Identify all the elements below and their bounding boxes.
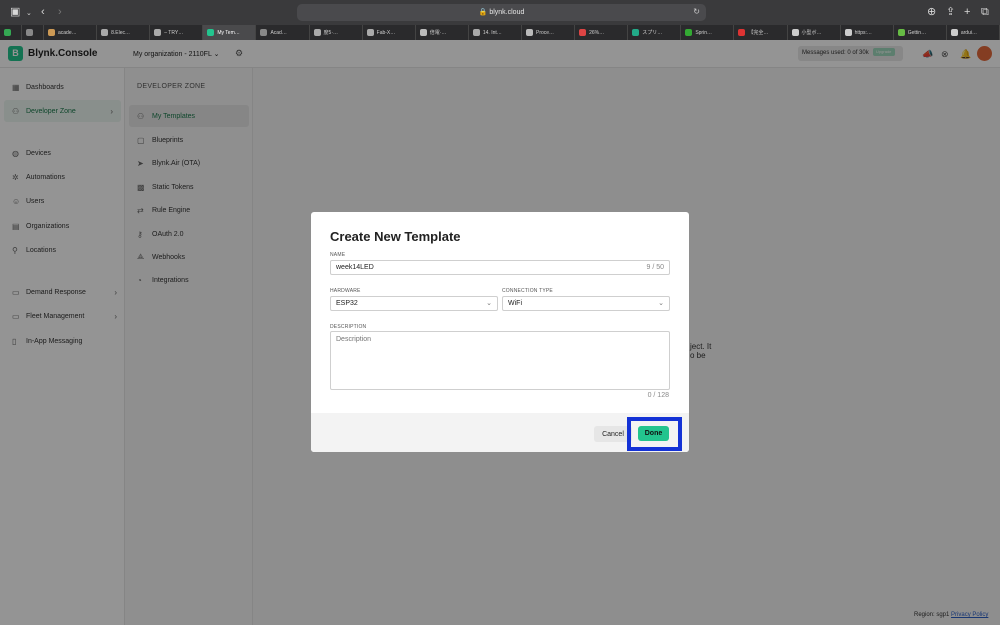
browser-tab[interactable]: Fab-X… — [363, 25, 416, 40]
name-label: NAME — [330, 252, 346, 258]
browser-tab-label: Fab-X… — [376, 29, 396, 36]
favicon-icon — [101, 29, 109, 36]
favicon-icon — [897, 29, 905, 36]
description-textarea[interactable] — [330, 331, 670, 390]
browser-tab-label: acade… — [58, 29, 77, 36]
connection-type-label: CONNECTION TYPE — [502, 288, 553, 294]
chevron-down-icon[interactable]: ⌄ — [26, 8, 32, 20]
browser-tab-label: 26%… — [589, 29, 605, 36]
favicon-icon — [738, 29, 746, 36]
browser-tab-label: My Tem… — [217, 29, 240, 36]
browser-tab[interactable]: Sprin… — [681, 25, 735, 40]
tab-overview-icon[interactable]: ⧉ — [981, 6, 989, 18]
favicon-icon — [632, 29, 640, 36]
hardware-label: HARDWARE — [330, 288, 361, 294]
browser-tab-label: Gettin… — [907, 29, 927, 36]
browser-tab[interactable]: https:… — [841, 25, 894, 40]
favicon-icon — [154, 29, 162, 36]
browser-tab-label: ardui… — [960, 29, 977, 36]
description-label: DESCRIPTION — [330, 324, 367, 330]
browser-tab-bar: acade… 8.Elec… – TRY… My Tem… Acad… 度5·… Fab-X… — [0, 25, 1000, 40]
favicon-icon — [844, 29, 852, 36]
connection-type-select[interactable]: WiFi ⌄ — [502, 296, 670, 311]
reload-icon[interactable]: ↻ — [693, 7, 700, 16]
browser-tab[interactable]: 度5·… — [310, 25, 363, 40]
browser-tab[interactable] — [0, 25, 22, 40]
favicon-icon — [48, 29, 55, 36]
browser-tab-label: 14. Int… — [482, 29, 502, 36]
browser-tab-label: Proce… — [535, 29, 555, 36]
chevron-down-icon: ⌄ — [486, 300, 492, 307]
create-template-modal: Create New Template NAME week14LED 9 / 5… — [311, 212, 689, 452]
browser-tab-label: 度5·… — [323, 30, 338, 36]
browser-tab[interactable]: 倍電·… — [416, 25, 469, 40]
favicon-icon — [579, 29, 587, 36]
browser-tab-label: Acad… — [270, 29, 287, 36]
new-tab-icon[interactable]: + — [964, 6, 970, 18]
browser-tab-label: https:… — [854, 29, 872, 36]
favicon-icon — [4, 29, 11, 36]
modal-footer: Cancel Done — [311, 413, 689, 452]
modal-title: Create New Template — [330, 229, 461, 244]
favicon-icon — [525, 29, 533, 36]
browser-tab[interactable]: Proce… — [522, 25, 576, 40]
browser-tab[interactable]: 26%… — [575, 25, 629, 40]
browser-tab[interactable]: ardui… — [947, 25, 1000, 40]
lock-icon: 🔒 — [478, 9, 488, 16]
description-char-count: 0 / 128 — [647, 392, 669, 399]
browser-tab[interactable]: Acad… — [256, 25, 310, 40]
browser-tab[interactable]: My Tem… — [203, 25, 257, 40]
download-icon[interactable]: ⊕ — [927, 6, 936, 18]
share-icon[interactable]: ⇪ — [946, 6, 955, 18]
browser-tab-label: 【完全… — [748, 30, 769, 36]
sidebar-toggle-icon[interactable]: ▣ — [10, 6, 20, 18]
favicon-icon — [685, 29, 693, 36]
browser-tab[interactable]: – TRY… — [150, 25, 204, 40]
browser-tab[interactable]: スプリ… — [628, 25, 682, 40]
favicon-icon — [366, 29, 374, 36]
name-input[interactable]: week14LED 9 / 50 — [330, 260, 670, 275]
favicon-icon — [791, 29, 799, 36]
back-icon[interactable]: ‹ — [41, 6, 45, 18]
browser-tab-label: 小型ボ… — [801, 30, 822, 36]
favicon-icon — [26, 29, 33, 36]
hardware-select[interactable]: ESP32 ⌄ — [330, 296, 498, 311]
address-bar[interactable]: 🔒 blynk.cloud ↻ — [297, 4, 706, 21]
favicon-icon — [260, 29, 268, 36]
browser-tab[interactable]: Gettin… — [894, 25, 947, 40]
forward-icon[interactable]: › — [58, 6, 62, 18]
connection-type-value: WiFi — [508, 300, 522, 307]
favicon-icon — [419, 29, 427, 36]
favicon-icon — [207, 29, 215, 36]
browser-toolbar: ▣ ⌄ ‹ › 🔒 blynk.cloud ↻ ⊕ ⇪ + ⧉ — [0, 0, 1000, 25]
name-char-count: 9 / 50 — [646, 264, 664, 271]
name-value: week14LED — [336, 264, 374, 271]
browser-tab[interactable]: 8.Elec… — [97, 25, 151, 40]
browser-tab-label: スプリ… — [642, 30, 663, 36]
browser-tab-label: Sprin… — [695, 29, 712, 36]
favicon-icon — [313, 29, 321, 36]
favicon-icon — [472, 29, 480, 36]
url-text: blynk.cloud — [489, 9, 525, 16]
browser-tab[interactable] — [22, 25, 44, 40]
chevron-down-icon: ⌄ — [658, 300, 664, 307]
browser-tab[interactable]: 14. Int… — [469, 25, 522, 40]
browser-tab[interactable]: acade… — [44, 25, 98, 40]
hardware-value: ESP32 — [336, 300, 358, 307]
browser-tab[interactable]: 小型ボ… — [788, 25, 841, 40]
browser-tab-label: 8.Elec… — [111, 29, 131, 36]
done-button[interactable]: Done — [638, 426, 669, 441]
favicon-icon — [950, 29, 958, 36]
browser-tab[interactable]: 【完全… — [734, 25, 788, 40]
browser-tab-label: 倍電·… — [429, 30, 447, 36]
browser-tab-label: – TRY… — [164, 29, 184, 36]
